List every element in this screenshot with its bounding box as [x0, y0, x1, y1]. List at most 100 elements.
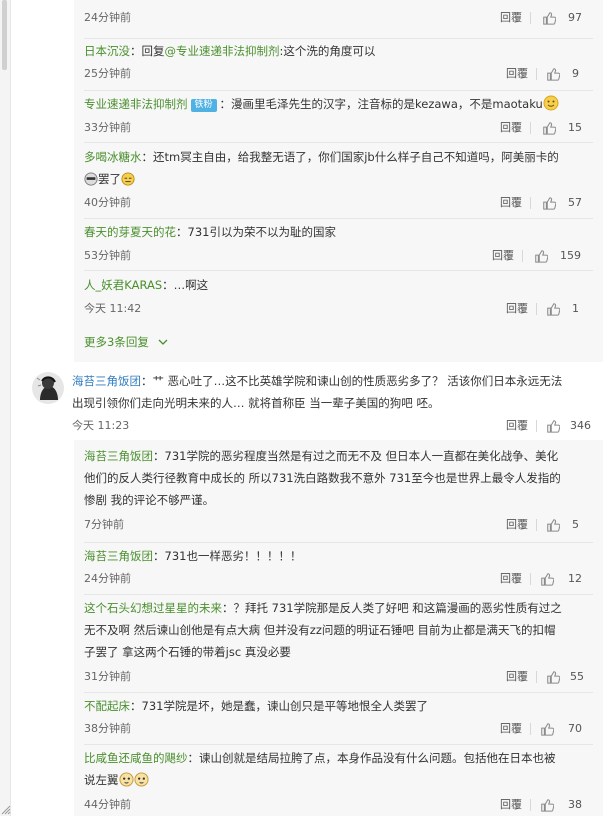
divider: [530, 122, 531, 134]
thumbs-up-icon[interactable]: [540, 798, 554, 812]
thumbs-up-icon[interactable]: [540, 572, 554, 586]
divider: [536, 671, 537, 683]
reply-button[interactable]: 回覆: [506, 517, 528, 533]
comment-text-line2: 出现引领你们走向光明未来的人… 就将首称臣 当一辈子美国的狗吧 呸。: [72, 393, 601, 413]
reply-text: 日本沉没：回复@专业速递非法抑制剂:这个洗的角度可以: [84, 41, 593, 61]
comment-meta: 今天 11:23 回覆 346: [72, 418, 601, 434]
scrollbar-thumb[interactable]: [2, 0, 7, 70]
thumbs-up-icon[interactable]: [534, 249, 548, 263]
list-item: 日本沉没：回复@专业速递非法抑制剂:这个洗的角度可以 25分钟前 回覆 9: [84, 38, 593, 89]
reply-text-line: 无不及啊 然后谏山创他是有点大病 但并没有zz问题的明证石锤吧 目前为止都是满天…: [84, 623, 556, 637]
username-link[interactable]: 专业速递非法抑制剂: [84, 97, 188, 111]
divider: [536, 303, 537, 315]
emoji-icon: [84, 172, 98, 186]
divider: [530, 723, 531, 735]
mention-link[interactable]: @专业速递非法抑制剂: [165, 44, 280, 58]
more-replies-link[interactable]: 更多3条回复: [84, 334, 168, 350]
more-replies-label: 更多3条回复: [84, 335, 149, 349]
thumbs-up-icon[interactable]: [546, 670, 560, 684]
timestamp: 24分钟前: [84, 572, 131, 585]
reply-button[interactable]: 回覆: [506, 669, 528, 685]
reply-body: ：漫画里毛泽先生的汉字，注音标的是kezawa，不是maotaku: [219, 97, 543, 111]
timestamp: 24分钟前: [84, 11, 131, 24]
like-count: 9: [572, 67, 579, 80]
reply-body: ：还tm冥主自由，给我整无语了，你们国家jb什么样子自己不知道吗，阿美丽卡的: [141, 150, 559, 164]
username-link[interactable]: 多喝冰糖水: [84, 150, 142, 164]
username-link[interactable]: 海苔三角饭团: [84, 549, 153, 563]
username-link[interactable]: 不配起床: [84, 699, 130, 713]
timestamp: 今天 11:42: [84, 302, 142, 315]
reply-button[interactable]: 回覆: [506, 301, 528, 317]
list-item: 不配起床：731学院是坏，她是蠢，谏山创只是平等地恨全人类罢了 38分钟前 回覆…: [84, 692, 593, 743]
divider: [522, 250, 523, 262]
reply-text-line: 惨剧 我的评论不够严谨。: [84, 493, 215, 507]
fan-badge: 铁粉: [190, 99, 217, 112]
emoji-icon: [133, 772, 149, 787]
avatar[interactable]: [32, 372, 64, 404]
list-item: 24分钟前 回覆 97: [84, 0, 593, 36]
reply-button[interactable]: 回覆: [500, 721, 522, 737]
reply-button[interactable]: 回覆: [500, 10, 522, 26]
reply-button[interactable]: 回覆: [500, 120, 522, 136]
left-scrollbar[interactable]: [0, 0, 11, 816]
reply-body: ：谏山创就是结局拉胯了点，本身作品没有什么问题。包括他在日本也被: [187, 751, 556, 765]
reply-body-continued: 说左翼: [84, 773, 119, 787]
reply-text: 比咸鱼还咸鱼的飓纱：谏山创就是结局拉胯了点，本身作品没有什么问题。包括他在日本也…: [84, 748, 593, 768]
reply-prefix: ：回复: [130, 44, 165, 58]
timestamp: 25分钟前: [84, 67, 131, 80]
username-link[interactable]: 人_妖君KARAS: [84, 278, 162, 292]
timestamp: 今天 11:23: [72, 419, 130, 432]
sub-reply-list: 海苔三角饭团：731学院的恶劣程度当然是有过之而无不及 但日本人一直都在美化战争…: [74, 440, 603, 816]
thumbs-up-icon[interactable]: [540, 722, 554, 736]
resize-grip-icon[interactable]: [0, 794, 12, 816]
reply-button[interactable]: 回覆: [506, 418, 528, 434]
thumbs-up-icon[interactable]: [546, 302, 560, 316]
username-link[interactable]: 比咸鱼还咸鱼的飓纱: [84, 751, 188, 765]
reply-text: 这个石头幻想过星星的未来：？拜托 731学院那是反人类了好吧 和这篇漫画的恶劣性…: [84, 598, 593, 618]
reply-text-line: 他们的反人类行径教育中成长的 所以731洗白路数我不意外 731至今也是世界上最…: [84, 471, 561, 485]
reply-text-line2: 罢了: [84, 169, 593, 189]
reply-text: 专业速递非法抑制剂 铁粉 ：漫画里毛泽先生的汉字，注音标的是kezawa，不是mao…: [84, 94, 593, 114]
timestamp: 44分钟前: [84, 798, 131, 811]
like-count: 1: [572, 302, 579, 315]
timestamp: 38分钟前: [84, 722, 131, 735]
username-link[interactable]: 海苔三角饭团: [72, 374, 141, 388]
divider: [530, 12, 531, 24]
thumbs-up-icon[interactable]: [546, 67, 560, 81]
thumbs-up-icon[interactable]: [546, 518, 560, 532]
timestamp: 40分钟前: [84, 196, 131, 209]
username-link[interactable]: 海苔三角饭团: [84, 449, 153, 463]
reply-text: 人_妖君KARAS：…啊这: [84, 275, 593, 295]
reply-body-continued: 罢了: [98, 172, 121, 186]
emoji-icon: [543, 95, 559, 111]
list-item: 春天的芽夏天的花：731引以为荣不以为耻的国家 53分钟前 回覆 159: [84, 218, 593, 269]
divider: [536, 420, 537, 432]
like-count: 15: [568, 121, 582, 134]
reply-text-line: 说左翼: [84, 770, 593, 790]
thumbs-up-icon[interactable]: [542, 196, 556, 210]
reply-text: 春天的芽夏天的花：731引以为荣不以为耻的国家: [84, 222, 593, 242]
like-count: 70: [568, 722, 582, 735]
reply-text: 海苔三角饭团：731也一样恶劣！！！！！: [84, 546, 593, 566]
username-link[interactable]: 春天的芽夏天的花: [84, 225, 176, 239]
reply-text: 海苔三角饭团：731学院的恶劣程度当然是有过之而无不及 但日本人一直都在美化战争…: [84, 446, 593, 466]
thumbs-up-icon[interactable]: [542, 121, 556, 135]
like-count: 97: [568, 11, 582, 24]
comment-body: ：艹 恶心吐了…这不比英雄学院和谏山创的性质恶劣多了？ 活该你们日本永远无法: [141, 374, 563, 388]
reply-button[interactable]: 回覆: [506, 66, 528, 82]
like-count: 12: [568, 572, 582, 585]
timestamp: 53分钟前: [84, 249, 131, 262]
emoji-icon: [121, 172, 135, 186]
username-link[interactable]: 这个石头幻想过星星的未来: [84, 601, 222, 615]
reply-body: ：731也一样恶劣！！！！！: [153, 549, 302, 563]
reply-button[interactable]: 回覆: [500, 797, 522, 813]
reply-button[interactable]: 回覆: [500, 195, 522, 211]
like-count: 159: [560, 249, 581, 262]
reply-button[interactable]: 回覆: [492, 248, 514, 264]
thumbs-up-icon[interactable]: [546, 419, 560, 433]
sub-reply-list: 24分钟前 回覆 97 日本沉没：回复@专业速递非法抑制剂:这个洗的角度可以 2…: [74, 0, 603, 362]
reply-body: ：…啊这: [162, 278, 209, 292]
reply-button[interactable]: 回覆: [500, 571, 522, 587]
username-link[interactable]: 日本沉没: [84, 44, 130, 58]
thumbs-up-icon[interactable]: [542, 11, 556, 25]
